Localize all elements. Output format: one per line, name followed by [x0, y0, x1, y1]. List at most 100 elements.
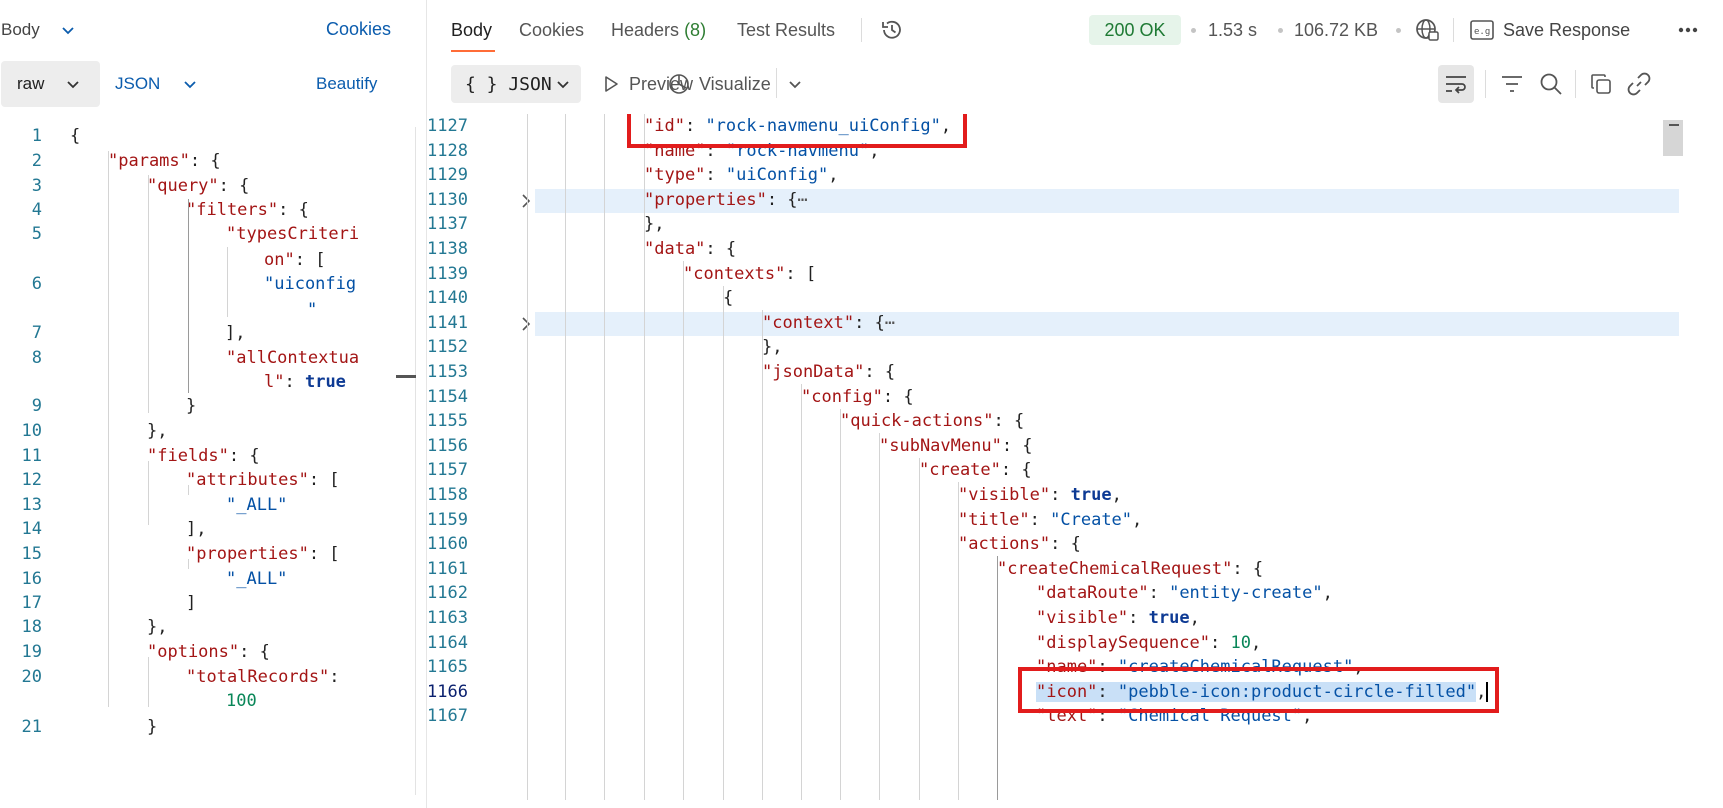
tab-test-results[interactable]: Test Results [737, 20, 835, 41]
tab-cookies[interactable]: Cookies [519, 20, 584, 41]
json-token: } [186, 396, 197, 416]
toolbar-separator [1575, 70, 1576, 98]
search-icon[interactable] [1539, 72, 1563, 96]
code-line: "create": { [919, 460, 1032, 480]
save-response-button[interactable]: Save Response [1503, 20, 1630, 41]
tab-body[interactable]: Body [451, 20, 492, 41]
line-number: 14 [21, 519, 42, 539]
json-key: "contexts" [683, 263, 786, 284]
wrap-lines-button[interactable] [1438, 65, 1474, 103]
toolbar-separator [861, 18, 862, 42]
line-number: 1164 [427, 632, 468, 653]
chevron-right-icon[interactable] [521, 317, 531, 331]
code-line: "type": "uiConfig", [644, 165, 839, 185]
active-tab-indicator [451, 50, 495, 52]
json-token: : { [1001, 435, 1033, 456]
json-token: : [1148, 583, 1170, 604]
json-token: : { [239, 642, 270, 662]
json-token: : { [766, 189, 798, 210]
response-format-select[interactable]: { } JSON [451, 65, 581, 103]
body-tab[interactable]: Body [1, 20, 40, 40]
line-number: 8 [31, 348, 42, 368]
json-key: "subNavMenu" [879, 435, 1002, 456]
indent-guide [527, 114, 528, 800]
line-number: 4 [31, 200, 42, 220]
code-line: "uiconfig [264, 274, 356, 294]
json-token: , [1322, 583, 1333, 604]
visualize-button[interactable]: Visualize [699, 74, 771, 95]
code-line: } [186, 396, 196, 416]
line-number: 1137 [427, 214, 468, 235]
chevron-right-icon[interactable] [521, 194, 531, 208]
json-token: " [307, 300, 318, 320]
line-number: 19 [21, 642, 42, 662]
response-panel: Body Cookies Headers (8) Test Results 20… [427, 0, 1723, 808]
json-token: : [1029, 509, 1051, 530]
line-number: 1160 [427, 534, 468, 555]
line-number: 12 [21, 470, 42, 490]
save-response-icon[interactable]: e.g [1469, 18, 1495, 42]
response-body-viewer[interactable]: 1127 "id": "rock-navmenu_uiConfig", 1128 "n… [427, 114, 1687, 800]
json-key: "visible" [1036, 608, 1129, 628]
globe-icon[interactable] [1414, 17, 1440, 43]
indent-guide [762, 310, 763, 800]
chevron-down-icon[interactable] [182, 76, 198, 92]
json-token: }, [147, 421, 168, 441]
response-size[interactable]: 106.72 KB [1294, 20, 1378, 41]
tab-headers[interactable]: Headers (8) [611, 20, 706, 41]
json-token: }, [147, 617, 168, 637]
separator-dot [1191, 28, 1196, 33]
visualize-icon[interactable] [667, 72, 691, 96]
json-token: { [723, 288, 734, 309]
beautify-button[interactable]: Beautify [316, 74, 377, 94]
json-token: ], [225, 323, 246, 343]
more-icon[interactable] [1677, 24, 1699, 36]
code-line: "allContextua [226, 348, 359, 368]
chevron-down-icon[interactable] [787, 76, 803, 92]
line-number: 13 [21, 495, 42, 515]
json-token: : { [864, 362, 896, 382]
filter-icon[interactable] [1500, 73, 1524, 95]
history-icon[interactable] [879, 17, 905, 43]
json-token: "Create" [1050, 509, 1133, 530]
scrollbar-marker [1669, 124, 1679, 126]
json-token: "_ALL" [226, 495, 288, 515]
line-number: 11 [21, 446, 42, 466]
chevron-down-icon [557, 81, 569, 89]
json-key: "actions" [958, 534, 1051, 555]
json-token: : { [882, 386, 914, 407]
status-badge[interactable]: 200 OK [1089, 15, 1181, 45]
code-line: "fields": { [147, 446, 260, 466]
json-token: "entity-create" [1169, 583, 1323, 604]
indent-guide [148, 175, 149, 413]
json-token: 100 [226, 691, 257, 711]
response-time[interactable]: 1.53 s [1208, 20, 1257, 41]
copy-icon[interactable] [1590, 73, 1612, 95]
json-key: "create" [919, 460, 1001, 481]
body-language-select[interactable]: JSON [115, 74, 160, 94]
indent-guide [565, 114, 566, 800]
request-body-editor[interactable]: 1{2 "params": {3 "query": {4 "filters": {5 "… [0, 127, 416, 795]
code-line: on": [ [264, 250, 325, 270]
json-key: "typesCriteri [226, 224, 360, 244]
code-line: "createChemicalRequest": { [997, 559, 1263, 579]
collapsed-ellipsis[interactable]: ⋯ [798, 190, 808, 210]
body-mode-select[interactable]: raw [1, 61, 100, 107]
link-icon[interactable] [1627, 72, 1651, 96]
line-number: 1141 [427, 312, 468, 333]
line-number: 1159 [427, 509, 468, 530]
indent-guide [801, 384, 802, 800]
chevron-down-icon[interactable] [60, 22, 76, 38]
json-key: "quick-actions" [840, 411, 994, 432]
indent-guide [148, 461, 149, 525]
json-token: : [1210, 632, 1231, 653]
line-number: 1130 [427, 189, 468, 210]
cookies-link[interactable]: Cookies [326, 19, 391, 40]
collapsed-ellipsis[interactable]: ⋯ [885, 313, 895, 333]
json-token: { [70, 127, 81, 146]
json-token: , [1111, 485, 1122, 505]
line-number: 10 [21, 421, 42, 441]
headers-count-badge: (8) [684, 20, 707, 40]
json-key: "config" [801, 386, 883, 407]
play-icon[interactable] [602, 75, 620, 93]
